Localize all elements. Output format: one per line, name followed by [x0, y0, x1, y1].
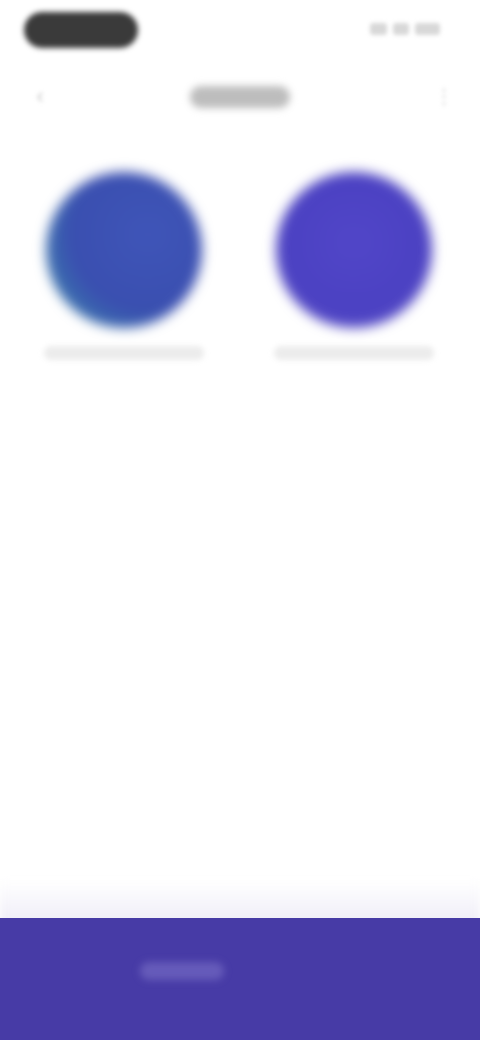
option-image-1: [46, 172, 202, 328]
header: ‹ ⋮: [0, 64, 480, 128]
option-label-2: [274, 346, 434, 360]
bottom-bar: [0, 918, 480, 1040]
primary-action-label: [140, 962, 224, 980]
more-icon: ⋮: [434, 85, 454, 108]
signal-icon: [369, 23, 388, 35]
status-pill: [24, 12, 138, 48]
page-title: [190, 86, 290, 108]
back-button[interactable]: ‹: [24, 80, 56, 112]
option-label-1: [44, 346, 204, 360]
option-card-1[interactable]: [24, 160, 224, 390]
status-indicators: [369, 18, 440, 40]
option-card-2[interactable]: [254, 160, 454, 390]
status-bar: [0, 0, 480, 60]
wifi-icon: [393, 23, 409, 35]
back-arrow-icon: ‹: [36, 83, 44, 108]
screen: ‹ ⋮: [0, 0, 480, 1040]
option-list: [0, 160, 480, 400]
more-button[interactable]: ⋮: [428, 80, 460, 112]
primary-action-button[interactable]: [0, 918, 480, 1040]
battery-icon: [414, 23, 440, 35]
option-image-2: [276, 172, 432, 328]
